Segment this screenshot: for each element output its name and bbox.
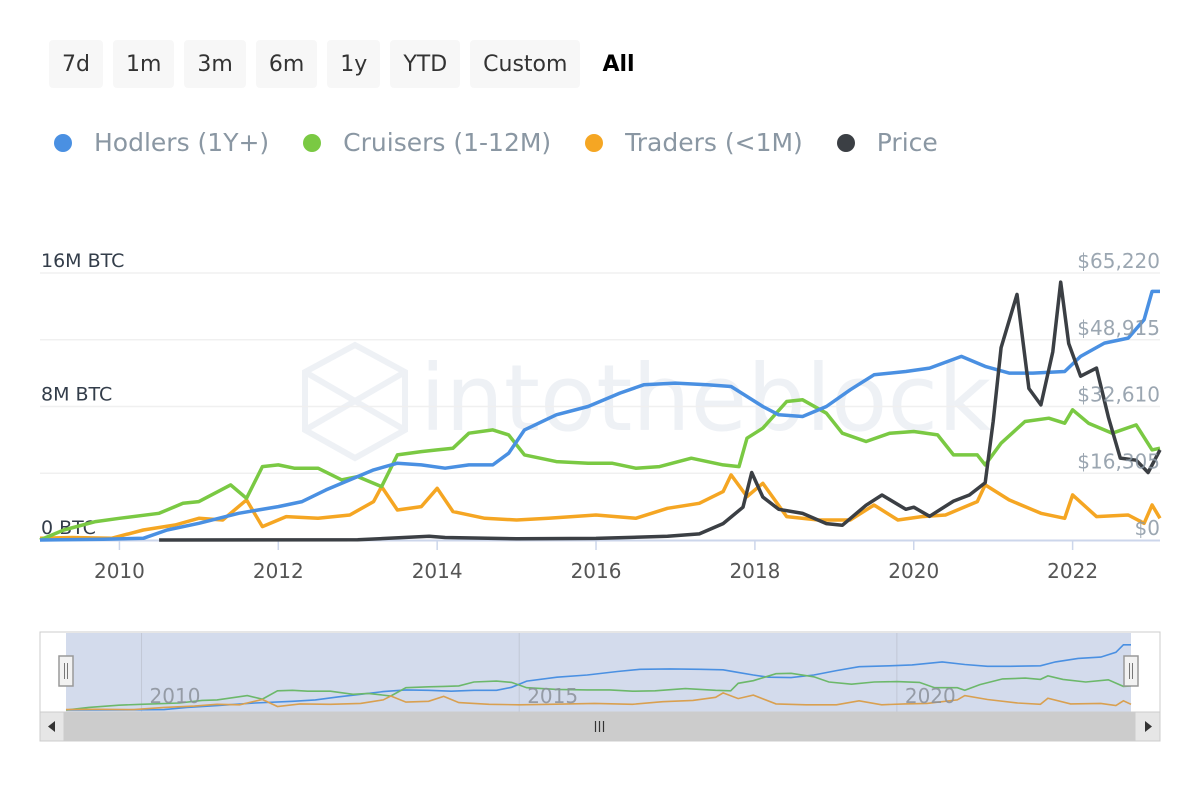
navigator-x-label: 2020 (905, 684, 956, 708)
navigator-handle-right[interactable] (1123, 655, 1139, 687)
navigator[interactable]: 2010 2015 2020 (39, 631, 1161, 713)
y-right-tick-label: $32,610 (1077, 383, 1160, 407)
navigator-x-label: 2015 (527, 684, 578, 708)
navigator-handle-left[interactable] (58, 655, 74, 687)
x-tick-label: 2014 (412, 559, 463, 583)
scrollbar[interactable] (39, 711, 1161, 742)
x-tick-label: 2016 (571, 559, 622, 583)
x-tick-label: 2020 (888, 559, 939, 583)
scroll-right-button[interactable] (1134, 711, 1161, 742)
x-tick-label: 2022 (1047, 559, 1098, 583)
y-right-tick-label: $48,915 (1077, 316, 1160, 340)
y-right-tick-label: $16,305 (1077, 449, 1160, 473)
watermark-logo-icon (302, 341, 408, 462)
x-tick-label: 2018 (729, 559, 780, 583)
y-right-tick-label: $0 (1135, 516, 1160, 540)
watermark: intotheblock (302, 341, 992, 462)
chart: intotheblock 2010 2012 2014 2016 2018 2020 202… (39, 249, 1162, 742)
scroll-left-button[interactable] (39, 711, 65, 742)
watermark-text: intotheblock (420, 345, 992, 452)
y-right-tick-label: $65,220 (1077, 249, 1160, 273)
y-left-tick-label: 16M BTC (41, 250, 124, 272)
navigator-selected-range[interactable] (66, 633, 1131, 712)
x-tick-label: 2010 (94, 559, 145, 583)
y-left-tick-label: 8M BTC (41, 384, 112, 406)
series-line-traders[interactable] (39, 473, 1162, 541)
navigator-x-label: 2010 (150, 684, 201, 708)
x-tick-label: 2012 (253, 559, 304, 583)
